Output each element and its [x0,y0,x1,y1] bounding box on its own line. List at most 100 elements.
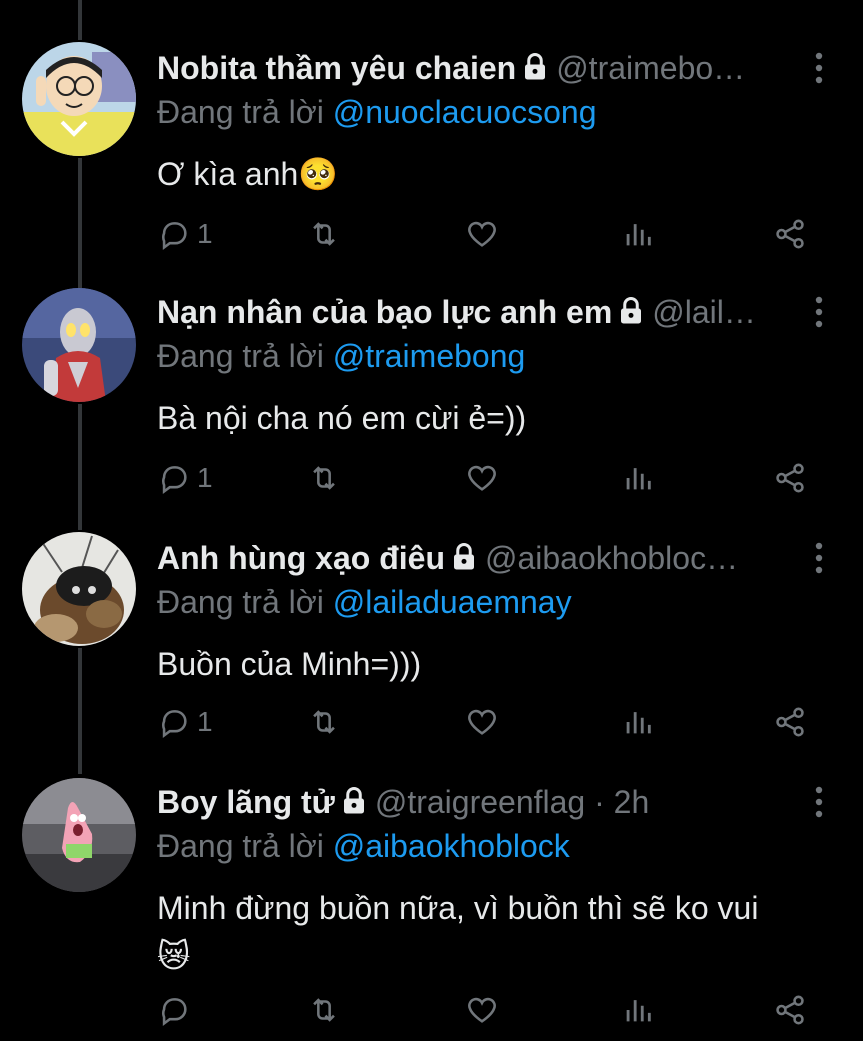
more-icon[interactable] [809,294,829,330]
retweet-button[interactable] [307,458,341,498]
tweet[interactable]: Boy lãng tử @traigreenflag · 2h Đang trả … [0,778,863,1041]
tweet-text: Buồn của Minh=))) [157,646,422,682]
reply-icon [162,710,187,739]
user-handle[interactable]: @lail… [652,294,756,330]
tweet[interactable]: Anh hùng xạo điêu @aibaokhobloc… Đang trả… [0,532,863,768]
like-button[interactable] [465,214,499,254]
more-icon[interactable] [809,784,829,820]
replying-to-label: Đang trả lời [157,338,324,374]
views-button[interactable] [621,702,655,742]
views-icon [626,712,651,734]
retweet-icon [313,998,335,1022]
share-button[interactable] [773,458,807,498]
display-name[interactable]: Nạn nhân của bạo lực anh em [157,294,612,330]
reply-icon [162,222,187,251]
replying-to-label: Đang trả lời [157,584,324,620]
share-icon [776,707,804,737]
like-button[interactable] [465,458,499,498]
tweet[interactable]: Nạn nhân của bạo lực anh em @lail… Đang t… [0,288,863,522]
action-bar: 1 [157,458,817,498]
mention-link[interactable]: @aibaokhoblock [333,828,570,864]
retweet-icon [313,222,335,246]
mention-link[interactable]: @nuoclacuocsong [333,94,597,130]
reply-count: 1 [197,218,213,249]
tweet-body: Ơ kìa anh [157,156,299,192]
tweet-header: Anh hùng xạo điêu @aibaokhobloc… [157,538,803,578]
replying-to-label: Đang trả lời [157,828,324,864]
reply-count: 1 [197,462,213,493]
reply-icon [162,466,187,495]
more-icon[interactable] [809,50,829,86]
crying-cat-emoji: 😿 [157,938,191,974]
tweet-text: Ơ kìa anh🥺 [157,150,338,198]
replying-to: Đang trả lời @traimebong [157,336,525,376]
tweet-body: Minh đừng buồn nữa, vì buồn thì sẽ ko vu… [157,890,759,926]
replying-to: Đang trả lời @aibaokhoblock [157,826,570,866]
views-button[interactable] [621,458,655,498]
avatar[interactable] [22,288,136,402]
action-bar [157,990,817,1030]
retweet-button[interactable] [307,990,341,1030]
lock-icon [339,785,369,822]
user-handle[interactable]: @traigreenflag · 2h [375,784,649,820]
more-icon[interactable] [809,540,829,576]
like-button[interactable] [465,990,499,1030]
replying-to: Đang trả lời @nuoclacuocsong [157,92,596,132]
heart-icon [468,709,496,735]
retweet-icon [313,466,335,490]
reply-button[interactable]: 1 [157,458,213,498]
avatar[interactable] [22,778,136,892]
mention-link[interactable]: @traimebong [333,338,526,374]
share-icon [776,219,804,249]
views-icon [626,468,651,490]
reply-button[interactable] [157,990,197,1030]
pleading-face-emoji: 🥺 [298,156,339,192]
share-button[interactable] [773,214,807,254]
replying-to-label: Đang trả lời [157,94,324,130]
views-button[interactable] [621,990,655,1030]
reply-button[interactable]: 1 [157,214,213,254]
ultraman-avatar [22,288,136,402]
lock-icon [520,51,550,88]
replying-to: Đang trả lời @lailaduaemnay [157,582,572,622]
tweet-text: Minh đừng buồn nữa, vì buồn thì sẽ ko vu… [157,884,837,980]
display-name[interactable]: Boy lãng tử [157,784,335,820]
tweet-header: Nạn nhân của bạo lực anh em @lail… [157,292,803,332]
retweet-button[interactable] [307,214,341,254]
user-handle[interactable]: @traimebo… [556,50,745,86]
mention-link[interactable]: @lailaduaemnay [333,584,572,620]
action-bar: 1 [157,702,817,742]
tweet[interactable]: Nobita thầm yêu chaien @traimebo… Đang tr… [0,42,863,278]
display-name[interactable]: Nobita thầm yêu chaien [157,50,516,86]
reply-icon [162,998,187,1027]
lock-icon [616,295,646,332]
avatar[interactable] [22,532,136,646]
action-bar: 1 [157,214,817,254]
tweet-header: Nobita thầm yêu chaien @traimebo… [157,48,803,88]
display-name[interactable]: Anh hùng xạo điêu [157,540,445,576]
patrick-avatar [22,778,136,892]
retweet-button[interactable] [307,702,341,742]
thread-line-top [78,0,82,40]
lock-icon [449,541,479,578]
share-icon [776,463,804,493]
views-icon [626,1000,651,1022]
like-button[interactable] [465,702,499,742]
reply-button[interactable]: 1 [157,702,213,742]
retweet-icon [313,710,335,734]
views-button[interactable] [621,214,655,254]
views-icon [626,224,651,246]
heart-icon [468,465,496,491]
share-icon [776,995,804,1025]
heart-icon [468,997,496,1023]
tweet-text: Bà nội cha nó em cừi ẻ=)) [157,400,527,436]
user-handle[interactable]: @aibaokhobloc… [485,540,738,576]
share-button[interactable] [773,702,807,742]
avatar[interactable] [22,42,136,156]
heart-icon [468,221,496,247]
nobita-avatar [22,42,136,156]
reply-count: 1 [197,706,213,737]
share-button[interactable] [773,990,807,1030]
tweet-header: Boy lãng tử @traigreenflag · 2h [157,782,803,822]
dog-avatar [22,532,136,646]
